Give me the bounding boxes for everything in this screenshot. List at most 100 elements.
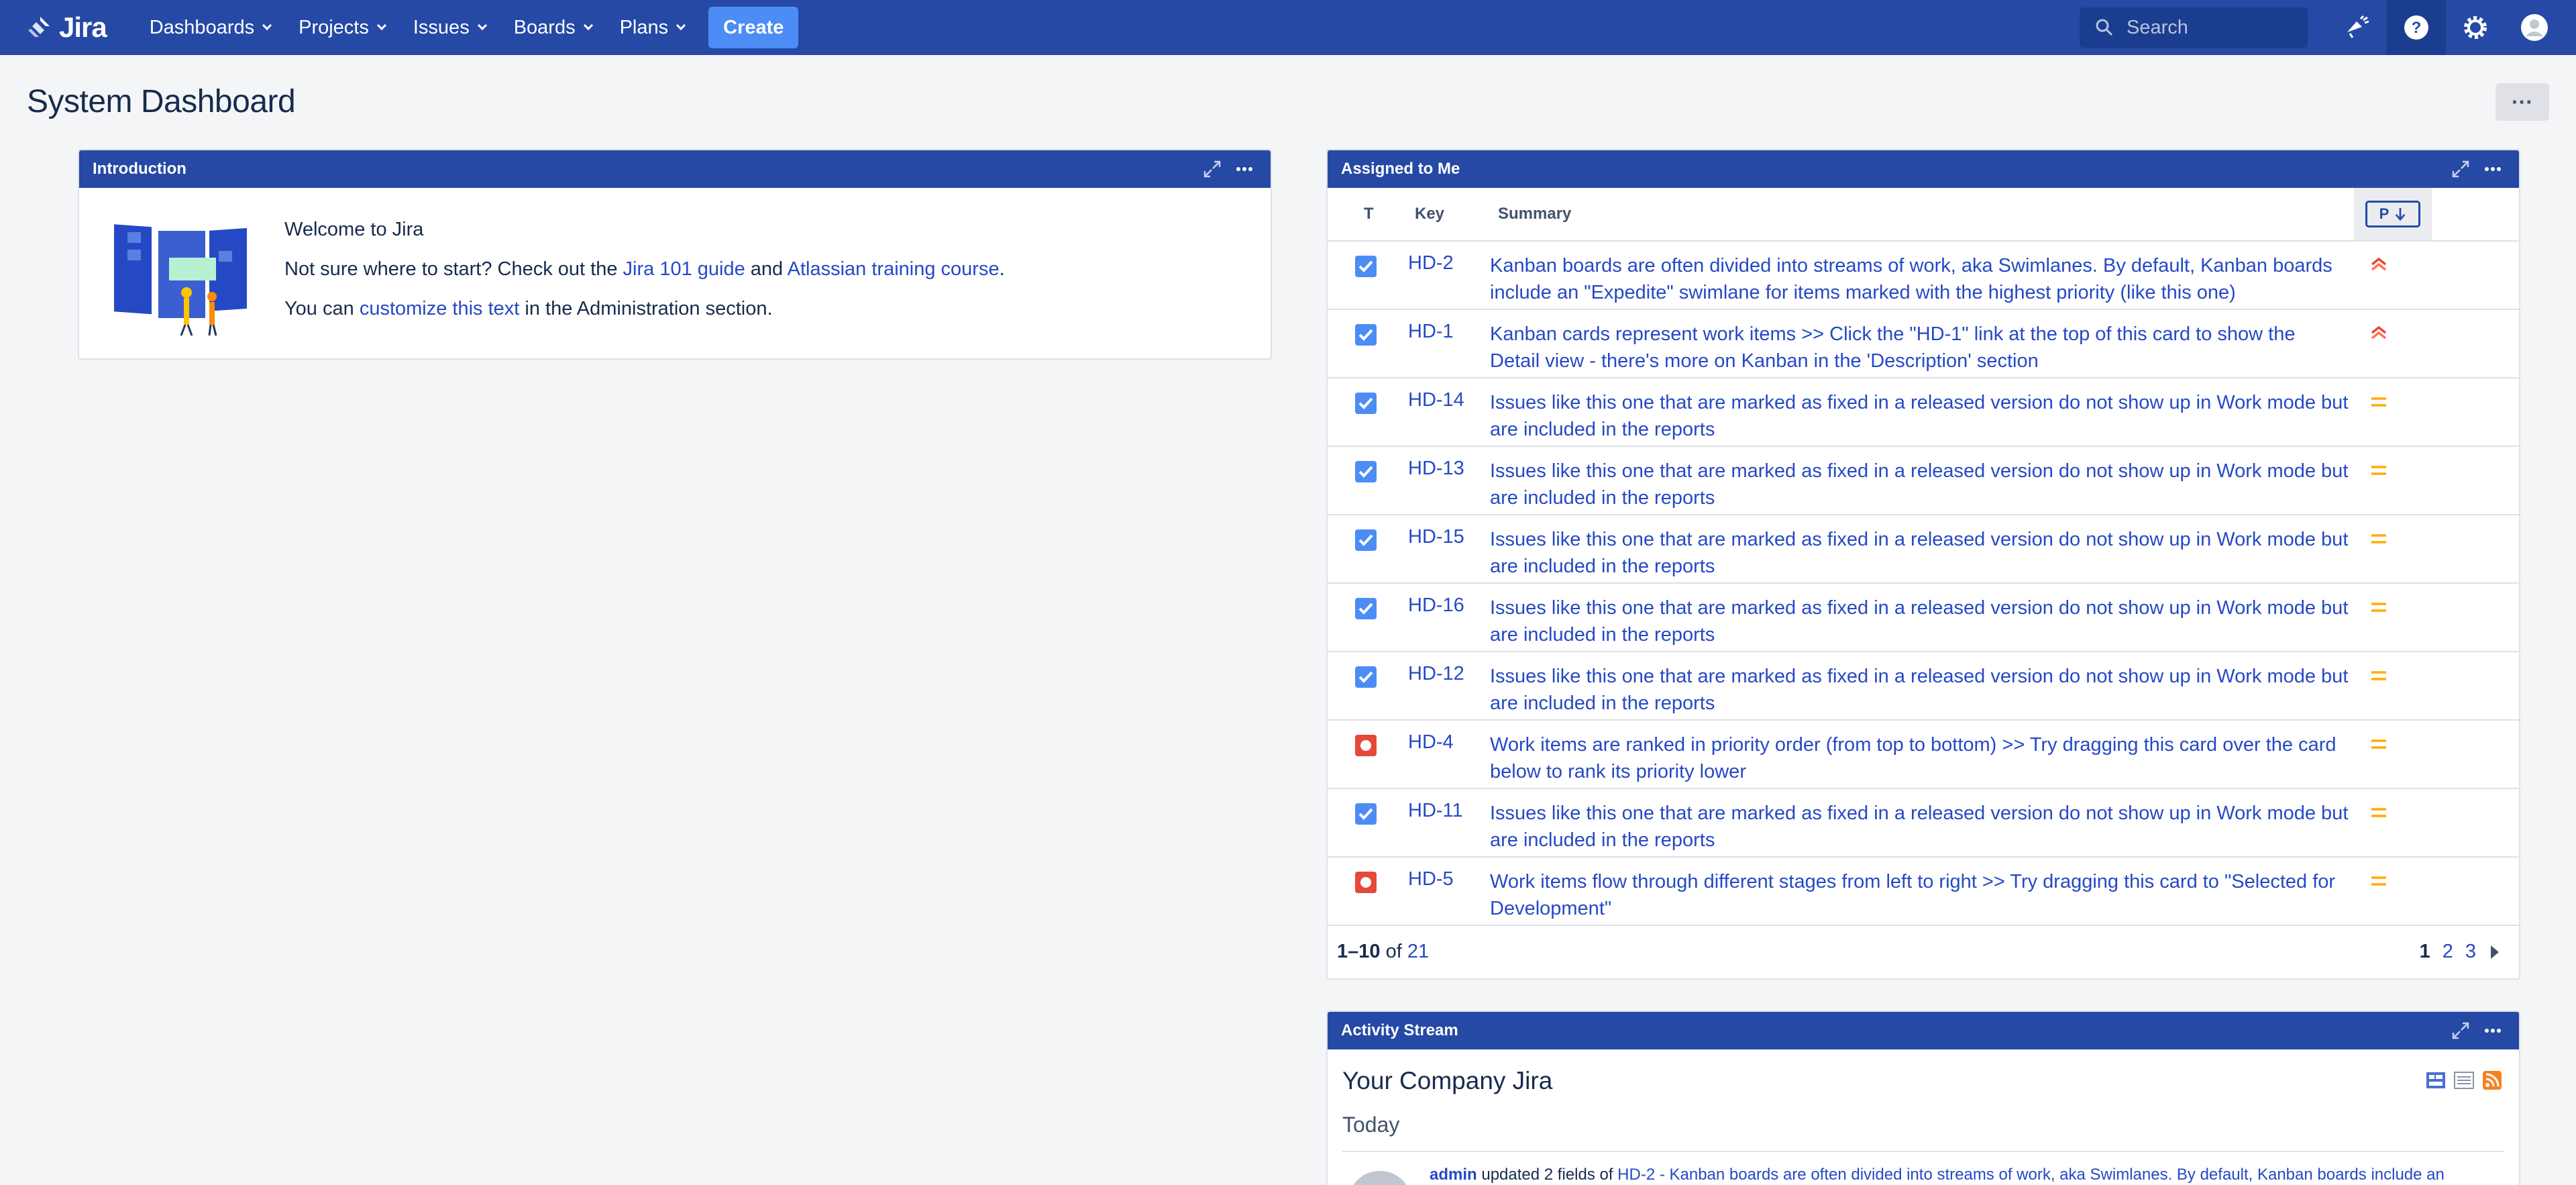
issue-key-link[interactable]: HD-2: [1408, 252, 1454, 274]
nav-issues[interactable]: Issues: [413, 17, 487, 39]
notifications-button[interactable]: [2328, 0, 2387, 55]
expand-icon[interactable]: [2451, 159, 2471, 179]
getting-started-suffix: .: [999, 258, 1005, 280]
nav-projects[interactable]: Projects: [299, 17, 386, 39]
activity-user-link[interactable]: admin: [1430, 1166, 1477, 1184]
priority-medium-icon: [2367, 459, 2390, 482]
table-row[interactable]: HD-12 Issues like this one that are marke…: [1328, 652, 2519, 721]
issue-key-link[interactable]: HD-13: [1408, 458, 1464, 480]
search-placeholder: Search: [2127, 16, 2188, 38]
chevron-down-icon: [262, 20, 272, 31]
page-3-link[interactable]: 3: [2465, 941, 2476, 963]
activity-item: admin updated 2 fields of HD-2 - Kanban …: [1342, 1166, 2504, 1185]
full-view-icon[interactable]: [2425, 1070, 2447, 1091]
gadget-tools: [2438, 150, 2503, 188]
issue-key-link[interactable]: HD-12: [1408, 663, 1464, 685]
expand-icon[interactable]: [2451, 1021, 2471, 1041]
table-row[interactable]: HD-2 Kanban boards are often divided into…: [1328, 242, 2519, 310]
more-icon[interactable]: [2483, 159, 2503, 179]
chevron-down-icon: [676, 20, 686, 31]
result-range: 1–10: [1337, 941, 1381, 962]
nav-boards[interactable]: Boards: [513, 16, 593, 39]
jira-101-guide-link[interactable]: Jira 101 guide: [623, 258, 745, 280]
result-count: 1–10 of 21: [1337, 941, 1429, 963]
column-priority[interactable]: P: [2354, 188, 2432, 240]
rss-feed-icon[interactable]: [2481, 1070, 2503, 1091]
customize-prefix: You can: [284, 298, 360, 319]
table-row[interactable]: HD-4 Work items are ranked in priority or…: [1328, 721, 2519, 789]
issue-key-link[interactable]: HD-11: [1408, 800, 1463, 822]
priority-medium-icon: [2367, 596, 2390, 619]
column-key[interactable]: Key: [1415, 205, 1444, 223]
activity-action: updated 2 fields of: [1477, 1166, 1618, 1184]
chevron-down-icon: [583, 20, 593, 31]
assigned-to-me-gadget: Assigned to Me T Key Summary P HD-2 Kanba…: [1326, 149, 2520, 980]
task-type-icon: [1354, 323, 1377, 346]
nav-dashboards-label: Dashboards: [149, 16, 255, 38]
gadget-title: Activity Stream: [1341, 1021, 1458, 1039]
issue-summary-link[interactable]: Issues like this one that are marked as …: [1490, 526, 2349, 580]
search-icon: [2096, 19, 2113, 36]
activity-stream-gadget: Activity Stream Your Company Jira Today …: [1326, 1011, 2520, 1185]
gadget-tools: [2438, 1012, 2503, 1049]
jira-logo[interactable]: Jira: [27, 0, 107, 55]
nav-plans[interactable]: Plans: [620, 17, 686, 39]
dashboard-more-button[interactable]: ···: [2496, 83, 2549, 121]
table-row[interactable]: HD-14 Issues like this one that are marke…: [1328, 378, 2519, 447]
pagination: 1 2 3: [2408, 941, 2499, 963]
introduction-body: Welcome to Jira Not sure where to start?…: [79, 188, 1271, 338]
search-input[interactable]: Search: [2080, 7, 2308, 48]
issue-summary-link[interactable]: Issues like this one that are marked as …: [1490, 458, 2349, 511]
issue-summary-link[interactable]: Kanban cards represent work items >> Cli…: [1490, 321, 2349, 374]
activity-issue-link[interactable]: HD-2 - Kanban boards are often divided i…: [1617, 1166, 2445, 1184]
column-type[interactable]: T: [1364, 205, 1374, 223]
svg-text:?: ?: [2412, 19, 2422, 37]
issue-key-link[interactable]: HD-15: [1408, 526, 1464, 548]
issue-summary-link[interactable]: Issues like this one that are marked as …: [1490, 800, 2349, 854]
issue-key-link[interactable]: HD-5: [1408, 868, 1454, 890]
issue-key-link[interactable]: HD-1: [1408, 321, 1454, 343]
issue-summary-link[interactable]: Work items are ranked in priority order …: [1490, 731, 2349, 785]
issue-summary-link[interactable]: Work items flow through different stages…: [1490, 868, 2349, 922]
avatar: [1348, 1171, 1412, 1185]
list-view-icon[interactable]: [2453, 1070, 2475, 1091]
table-footer: 1–10 of 21 1 2 3: [1328, 926, 2519, 980]
issue-key-link[interactable]: HD-4: [1408, 731, 1454, 754]
more-icon[interactable]: [1234, 159, 1254, 179]
table-row[interactable]: HD-1 Kanban cards represent work items >>…: [1328, 310, 2519, 378]
issue-key-link[interactable]: HD-16: [1408, 595, 1464, 617]
issue-key-link[interactable]: HD-14: [1408, 389, 1464, 411]
settings-button[interactable]: [2446, 0, 2505, 55]
column-summary[interactable]: Summary: [1498, 205, 1571, 223]
table-row[interactable]: HD-16 Issues like this one that are marke…: [1328, 584, 2519, 652]
activity-date-group: Today: [1342, 1113, 2504, 1152]
customize-line: You can customize this text in the Admin…: [284, 297, 1005, 321]
priority-highest-icon: [2367, 254, 2390, 276]
issue-summary-link[interactable]: Issues like this one that are marked as …: [1490, 663, 2349, 717]
bug-type-icon: [1354, 734, 1377, 757]
task-type-icon: [1354, 666, 1377, 688]
issue-summary-link[interactable]: Issues like this one that are marked as …: [1490, 595, 2349, 648]
result-total-link[interactable]: 21: [1407, 941, 1429, 962]
expand-icon[interactable]: [1202, 159, 1222, 179]
page-title: System Dashboard: [27, 84, 296, 119]
issue-summary-link[interactable]: Kanban boards are often divided into str…: [1490, 252, 2349, 306]
nav-boards-label: Boards: [513, 16, 576, 38]
priority-medium-icon: [2367, 391, 2390, 413]
help-button[interactable]: ?: [2387, 0, 2446, 55]
nav-dashboards[interactable]: Dashboards: [149, 16, 272, 39]
table-row[interactable]: HD-15 Issues like this one that are marke…: [1328, 515, 2519, 584]
more-icon[interactable]: [2483, 1021, 2503, 1041]
profile-button[interactable]: [2505, 0, 2564, 55]
customize-text-link[interactable]: customize this text: [360, 298, 520, 319]
page-2-link[interactable]: 2: [2443, 941, 2453, 963]
atlassian-training-link[interactable]: Atlassian training course: [788, 258, 1000, 280]
priority-sort-indicator: P: [2365, 201, 2420, 227]
next-page-icon[interactable]: [2491, 945, 2499, 959]
create-button[interactable]: Create: [708, 7, 799, 48]
issue-summary-link[interactable]: Issues like this one that are marked as …: [1490, 389, 2349, 443]
table-row[interactable]: HD-11 Issues like this one that are marke…: [1328, 789, 2519, 858]
table-row[interactable]: HD-13 Issues like this one that are marke…: [1328, 447, 2519, 515]
table-row[interactable]: HD-5 Work items flow through different st…: [1328, 858, 2519, 926]
profile-icon: [2521, 14, 2548, 41]
